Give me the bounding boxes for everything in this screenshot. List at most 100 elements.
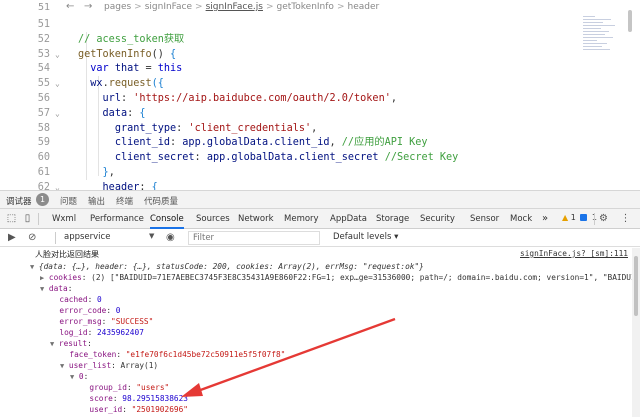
code-text: url: 'https://aip.baidubce.com/oauth/2.0… — [78, 92, 397, 107]
tab-mock[interactable]: Mock — [510, 209, 532, 229]
tab-sensor[interactable]: Sensor — [470, 209, 499, 229]
tab-output[interactable]: 输出 — [88, 195, 105, 207]
fold-chevron-icon[interactable]: ⌄ — [55, 107, 65, 122]
code-text: data: { — [78, 107, 146, 122]
device-toggle-icon[interactable]: ▯ — [22, 213, 33, 224]
line-number: 62 — [37, 181, 50, 190]
forward-arrow-icon[interactable]: → — [84, 1, 92, 12]
code-token: that — [108, 63, 140, 75]
debug-panel-bar: 调试器 1 问题 输出 终端 代码质量 — [0, 190, 640, 209]
divider — [55, 232, 56, 244]
code-text: getTokenInfo() { — [78, 48, 176, 63]
code-lines[interactable]: 51 52// acess_token获取 53 ⌄ getTokenInfo() {5… — [0, 18, 640, 190]
context-select[interactable]: appservice ▼ — [64, 232, 158, 244]
tab-problems[interactable]: 问题 — [60, 195, 77, 207]
divider — [38, 213, 39, 225]
tab-terminal[interactable]: 终端 — [116, 195, 133, 207]
divider — [594, 213, 595, 225]
code-line[interactable]: 55 ⌄ wx.request({ — [0, 77, 640, 92]
breadcrumb-line-number: 51 — [37, 2, 50, 13]
code-token: data — [102, 107, 128, 119]
filter-input[interactable] — [188, 231, 320, 245]
tab-appdata[interactable]: AppData — [330, 209, 367, 229]
fold-chevron-icon[interactable]: ⌄ — [55, 77, 65, 92]
code-line[interactable]: 61 }, — [0, 166, 640, 181]
code-token: // acess_token获取 — [78, 33, 185, 45]
code-text: var that = this — [78, 62, 182, 77]
line-number: 52 — [37, 33, 50, 45]
code-token: { — [170, 48, 177, 60]
more-options-icon[interactable]: ⋮ — [620, 213, 631, 224]
code-token: app.globalData.client_secret — [206, 152, 379, 164]
tab-performance[interactable]: Performance — [90, 209, 144, 229]
breadcrumb-path[interactable]: pages > signInFace > signInFace.js > getTokenI… — [104, 2, 382, 12]
code-token: = — [139, 63, 158, 75]
code-token: this — [157, 63, 183, 75]
minimap[interactable] — [583, 14, 619, 74]
code-token: app.globalData.client_id — [182, 137, 330, 149]
tab-sources[interactable]: Sources — [196, 209, 230, 229]
code-editor[interactable]: 51 ← → pages > signInFace > signInFace.js > ge… — [0, 0, 640, 190]
sidebar-toggle-icon[interactable]: ▶ — [8, 232, 16, 243]
breadcrumb-separator: > — [265, 2, 274, 12]
code-line[interactable]: 60 client_secret: app.globalData.client_… — [0, 151, 640, 166]
code-line[interactable]: 53 ⌄ getTokenInfo() { — [0, 48, 640, 63]
tab-security[interactable]: Security — [420, 209, 455, 229]
issues-counter[interactable]: ▲ 1 1 — [562, 213, 597, 222]
breadcrumb-item[interactable]: header — [347, 2, 379, 12]
line-number: 54 — [37, 63, 50, 75]
code-token: //应用的API Key — [341, 137, 428, 149]
code-token: request — [108, 78, 152, 90]
code-text: client_secret: app.globalData.client_sec… — [78, 151, 459, 166]
line-number: 56 — [37, 92, 50, 104]
tab-network[interactable]: Network — [238, 209, 274, 229]
line-number: 59 — [37, 137, 50, 149]
tab-storage[interactable]: Storage — [376, 209, 409, 229]
code-token: client_id — [114, 137, 171, 149]
line-number: 58 — [37, 122, 50, 134]
code-line[interactable]: 52 // acess_token获取 — [0, 33, 640, 48]
breadcrumb-item[interactable]: pages — [104, 2, 131, 12]
tab-wxml[interactable]: Wxml — [52, 209, 76, 229]
tab-code-quality[interactable]: 代码质量 — [144, 195, 178, 207]
code-line[interactable]: 57 ⌄ data: { — [0, 107, 640, 122]
code-line[interactable]: 62 ⌄ header: { — [0, 181, 640, 190]
chevron-down-icon: ▼ — [149, 232, 155, 240]
code-line[interactable]: 54 var that = this — [0, 62, 640, 77]
code-line[interactable]: 59 client_id: app.globalData.client_id, … — [0, 136, 640, 151]
fold-chevron-icon[interactable]: ⌄ — [55, 181, 65, 190]
log-levels-dropdown[interactable]: Default levels ▾ — [333, 232, 398, 242]
eye-icon[interactable]: ◉ — [166, 232, 175, 243]
breadcrumb-item[interactable]: getTokenInfo — [277, 2, 334, 12]
tab-memory[interactable]: Memory — [284, 209, 319, 229]
editor-scrollbar[interactable] — [628, 10, 632, 32]
warning-count: 1 — [570, 213, 576, 222]
tab-debugger[interactable]: 调试器 — [6, 195, 32, 207]
tab-console[interactable]: Console — [150, 209, 184, 229]
code-line[interactable]: 56 url: 'https://aip.baidubce.com/oauth/… — [0, 92, 640, 107]
code-text: client_id: app.globalData.client_id, //应… — [78, 136, 428, 151]
console-output[interactable]: 人脸对比返回结果 signInFace.js? [sm]:111 ▼ {data… — [0, 248, 640, 417]
more-tabs-icon[interactable]: » — [542, 209, 548, 229]
code-line[interactable]: 51 — [0, 18, 640, 33]
gear-icon[interactable]: ⚙ — [598, 213, 609, 224]
breadcrumb-item[interactable]: signInFace.js — [206, 2, 263, 12]
inspect-element-icon[interactable]: ⬚ — [6, 213, 17, 224]
console-scrollbar[interactable] — [632, 248, 640, 417]
code-token: : — [127, 107, 140, 119]
annotation-arrow — [181, 317, 396, 397]
code-token: , — [390, 92, 397, 104]
back-arrow-icon[interactable]: ← — [66, 1, 74, 12]
code-token: getTokenInfo — [78, 48, 152, 60]
clear-console-icon[interactable]: ⊘ — [28, 232, 36, 243]
code-text: wx.request({ — [78, 77, 164, 92]
code-line[interactable]: 58 grant_type: 'client_credentials', — [0, 122, 640, 137]
line-number: 53 — [37, 48, 50, 60]
fold-chevron-icon[interactable]: ⌄ — [55, 48, 65, 63]
context-select-value: appservice — [64, 232, 111, 242]
breadcrumb-item[interactable]: signInFace — [145, 2, 192, 12]
